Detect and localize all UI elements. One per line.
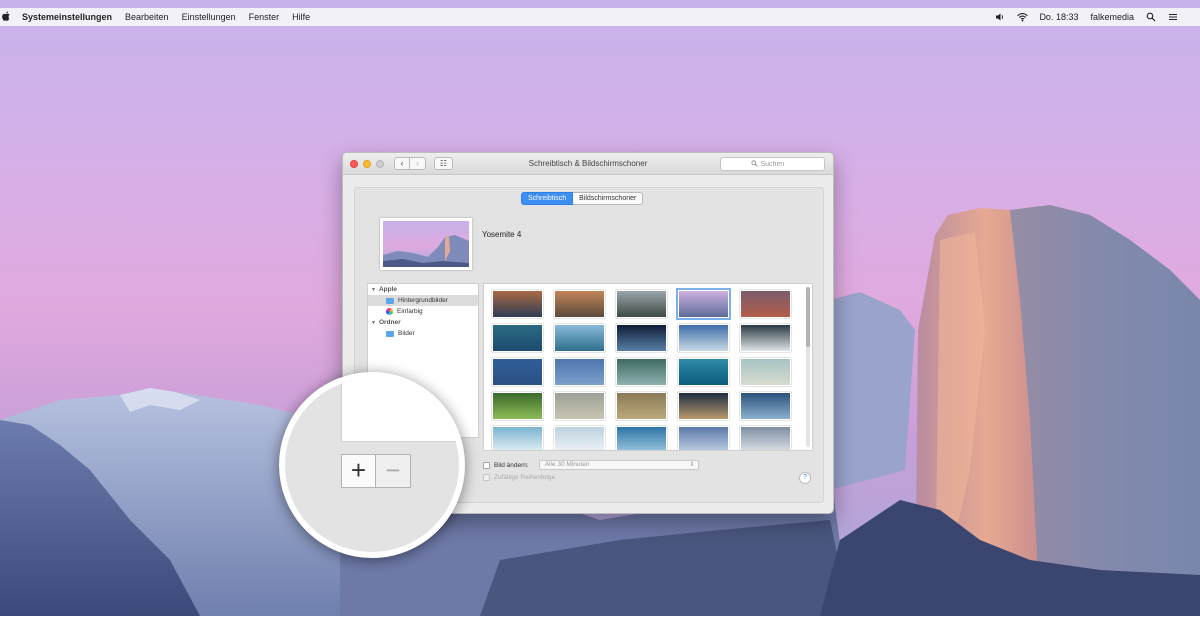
wallpaper-thumbnail[interactable]: [554, 290, 605, 318]
zoom-magnifier: + −: [279, 372, 465, 558]
wallpaper-thumbnail[interactable]: [740, 358, 791, 386]
apple-menu-icon[interactable]: [2, 11, 12, 24]
group-apple[interactable]: ▼ Apple: [368, 284, 478, 295]
close-button[interactable]: [350, 159, 358, 168]
menu-hilfe[interactable]: Hilfe: [292, 12, 310, 22]
search-field[interactable]: [720, 157, 825, 171]
wallpaper-thumbnail[interactable]: [492, 426, 543, 450]
sidebar-item-colors[interactable]: Einfarbig: [368, 306, 478, 317]
wallpaper-grid: [483, 283, 813, 451]
menu-app-name[interactable]: Systemeinstellungen: [22, 12, 112, 22]
disclosure-triangle-icon[interactable]: ▼: [371, 287, 376, 293]
tab-bar: Schreibtisch Bildschirmschoner: [521, 192, 644, 205]
interval-select-value: Alle 30 Minuten: [544, 461, 590, 468]
wallpaper-thumbnail[interactable]: [740, 392, 791, 420]
interval-select[interactable]: Alle 30 Minuten ⇕: [538, 460, 699, 470]
forward-button[interactable]: ›: [410, 157, 426, 170]
sidebar-item-label: Hintergrundbilder: [398, 297, 448, 304]
add-folder-button[interactable]: +: [341, 454, 376, 488]
help-button[interactable]: ?: [799, 472, 811, 484]
color-wheel-icon: [386, 308, 393, 315]
disclosure-triangle-icon[interactable]: ▼: [371, 320, 376, 326]
wallpaper-thumbnail[interactable]: [616, 426, 667, 450]
menubar-user[interactable]: falkemedia: [1090, 12, 1134, 22]
wallpaper-thumbnail[interactable]: [616, 324, 667, 352]
wallpaper-thumbnail[interactable]: [616, 358, 667, 386]
menu-bearbeiten[interactable]: Bearbeiten: [125, 12, 169, 22]
wallpaper-thumbnail[interactable]: [492, 324, 543, 352]
wallpaper-preview: [380, 218, 472, 270]
wallpaper-thumbnail[interactable]: [554, 358, 605, 386]
wallpaper-thumbnail[interactable]: [554, 392, 605, 420]
group-folders[interactable]: ▼ Ordner: [368, 317, 478, 328]
group-folders-label: Ordner: [378, 319, 401, 326]
sidebar-item-backgrounds[interactable]: Hintergrundbilder: [368, 295, 478, 306]
wallpaper-thumbnail[interactable]: [554, 426, 605, 450]
sidebar-item-pictures[interactable]: Bilder: [368, 328, 478, 339]
tab-desktop[interactable]: Schreibtisch: [521, 192, 574, 205]
group-apple-label: Apple: [378, 286, 398, 293]
wallpaper-thumbnail[interactable]: [678, 426, 729, 450]
wallpaper-thumbnail[interactable]: [740, 324, 791, 352]
menu-einstellungen[interactable]: Einstellungen: [182, 12, 236, 22]
change-options: Bild ändern: Alle 30 Minuten ⇕ Zufällige…: [483, 459, 699, 483]
menu-bar: Systemeinstellungen Bearbeiten Einstellu…: [0, 8, 1200, 26]
wallpaper-thumbnail[interactable]: [554, 324, 605, 352]
wallpaper-thumbnail[interactable]: [492, 392, 543, 420]
show-all-button[interactable]: ☷: [434, 157, 453, 170]
wifi-icon[interactable]: [1017, 12, 1029, 22]
wallpaper-thumbnail[interactable]: [678, 324, 729, 352]
select-arrows-icon: ⇕: [689, 462, 695, 468]
folder-icon: [386, 330, 394, 337]
search-input[interactable]: [760, 160, 795, 168]
folder-icon: [386, 297, 394, 304]
wallpaper-thumbnail[interactable]: [492, 290, 543, 318]
volume-icon[interactable]: [995, 12, 1005, 22]
wallpaper-thumbnail[interactable]: [678, 358, 729, 386]
zoom-button[interactable]: [376, 159, 384, 168]
random-order-label: Zufällige Reihenfolge: [494, 473, 556, 481]
back-button[interactable]: ‹: [394, 157, 410, 170]
current-wallpaper-name: Yosemite 4: [482, 230, 522, 239]
wallpaper-thumbnail[interactable]: [616, 392, 667, 420]
change-picture-label: Bild ändern:: [494, 461, 529, 469]
random-order-checkbox[interactable]: [483, 473, 490, 481]
notification-center-icon[interactable]: [1168, 12, 1178, 22]
menu-fenster[interactable]: Fenster: [249, 12, 280, 22]
wallpaper-thumbnail[interactable]: [616, 290, 667, 318]
minimize-button[interactable]: [363, 159, 371, 168]
sidebar-item-label: Einfarbig: [397, 308, 423, 315]
window-titlebar[interactable]: ‹ › ☷ Schreibtisch & Bildschirmschoner: [343, 153, 833, 175]
wallpaper-thumbnail[interactable]: [676, 288, 731, 320]
change-picture-checkbox[interactable]: [483, 461, 490, 469]
magnified-source-list: [341, 378, 459, 442]
wallpaper-thumbnail[interactable]: [678, 392, 729, 420]
scrollbar-knob[interactable]: [806, 287, 810, 347]
search-icon: [750, 159, 758, 169]
tab-screensaver[interactable]: Bildschirmschoner: [573, 192, 644, 205]
wallpaper-thumbnails: [492, 288, 791, 450]
wallpaper-thumbnail[interactable]: [492, 358, 543, 386]
sidebar-item-label: Bilder: [398, 330, 415, 337]
remove-folder-button[interactable]: −: [376, 454, 411, 488]
vertical-scrollbar[interactable]: [806, 287, 810, 447]
wallpaper-thumbnail[interactable]: [740, 290, 791, 318]
menubar-clock[interactable]: Do. 18:33: [1039, 12, 1078, 22]
wallpaper-thumbnail[interactable]: [740, 426, 791, 450]
search-spotlight-icon[interactable]: [1146, 12, 1156, 22]
